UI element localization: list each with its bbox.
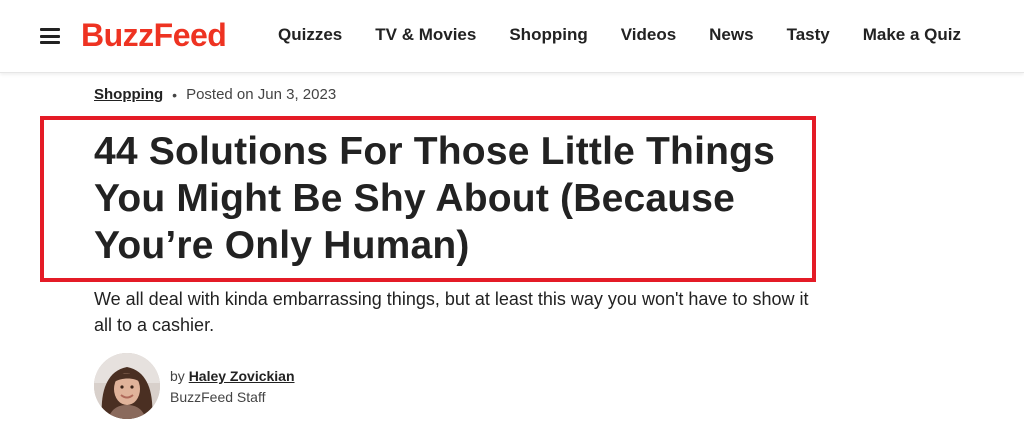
meta-separator: • [172, 87, 178, 103]
hamburger-menu-icon[interactable] [40, 28, 60, 44]
hamburger-line [40, 41, 60, 44]
nav-link-tv-movies[interactable]: TV & Movies [375, 24, 476, 46]
hamburger-line [40, 34, 60, 38]
hamburger-line [40, 28, 60, 31]
byline-prefix: by [170, 368, 185, 384]
posted-date: Posted on Jun 3, 2023 [186, 86, 337, 103]
article-headline: 44 Solutions For Those Little Things You… [94, 130, 776, 267]
top-navigation-bar: BuzzFeed Quizzes TV & Movies Shopping Vi… [0, 0, 1024, 73]
author-photo [94, 353, 160, 419]
article-description: We all deal with kinda embarrassing thin… [94, 289, 809, 335]
nav-link-tasty[interactable]: Tasty [787, 24, 830, 46]
nav-link-videos[interactable]: Videos [621, 24, 676, 46]
byline: by Haley Zovickian [170, 367, 295, 385]
article-meta: Shopping • Posted on Jun 3, 2023 [94, 86, 336, 104]
nav-link-shopping[interactable]: Shopping [509, 24, 587, 46]
author-avatar[interactable] [94, 353, 160, 419]
main-nav: Quizzes TV & Movies Shopping Videos News… [278, 24, 961, 46]
nav-link-quizzes[interactable]: Quizzes [278, 24, 342, 46]
nav-link-news[interactable]: News [709, 24, 753, 46]
author-role: BuzzFeed Staff [170, 389, 266, 405]
buzzfeed-logo[interactable]: BuzzFeed [81, 16, 227, 54]
nav-link-make-a-quiz[interactable]: Make a Quiz [863, 24, 961, 46]
author-name-link[interactable]: Haley Zovickian [189, 368, 295, 384]
category-link[interactable]: Shopping [94, 86, 163, 104]
